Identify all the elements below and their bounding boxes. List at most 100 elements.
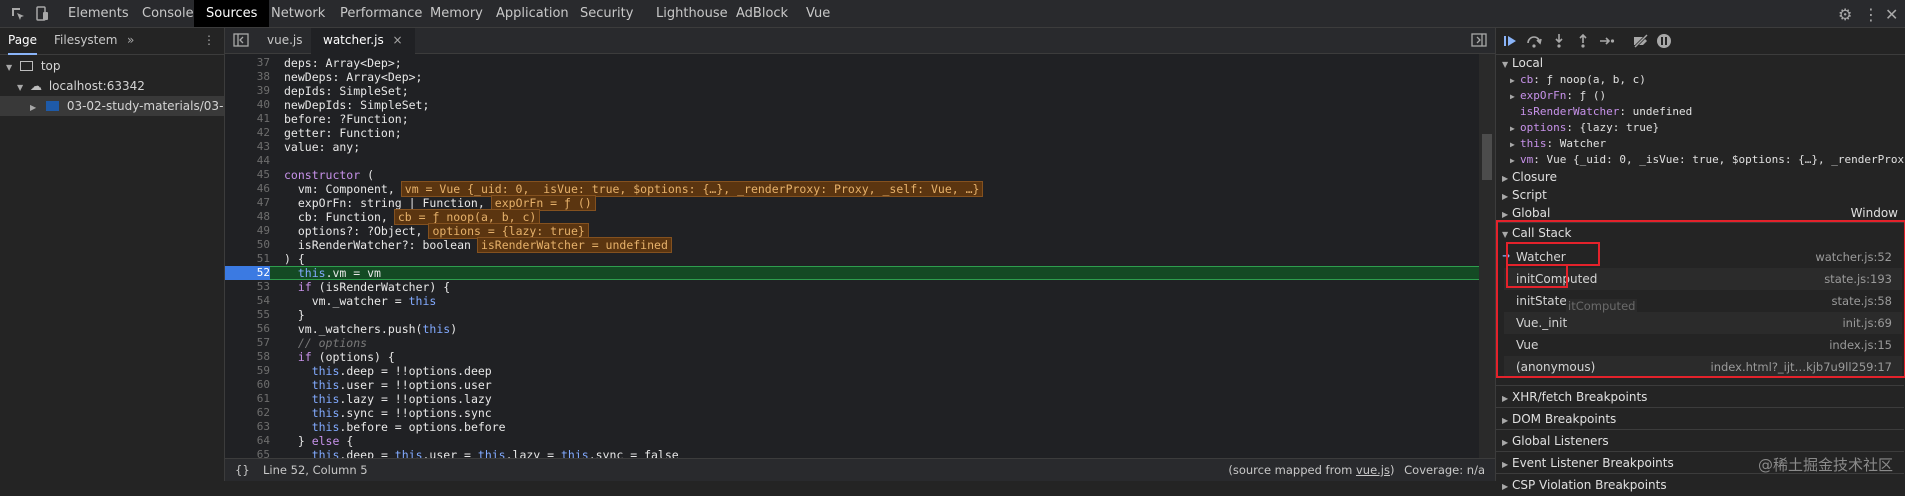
more-tabs-icon[interactable]: » (127, 28, 134, 53)
line-number[interactable]: 53 (225, 280, 270, 294)
editor-scrollbar[interactable] (1479, 54, 1495, 458)
step-icon[interactable] (1599, 33, 1615, 49)
code-area[interactable]: 37 deps: Array<Dep>; 38 newDeps: Array<Dep>… (225, 54, 1479, 458)
tab-vue[interactable]: Vue (794, 0, 842, 27)
line-number[interactable]: 49 (225, 224, 270, 238)
line-number[interactable]: 58 (225, 350, 270, 364)
toggle-navigator-icon[interactable] (233, 33, 249, 50)
line-number[interactable]: 40 (225, 98, 270, 112)
line-number[interactable]: 51 (225, 252, 270, 266)
collapse-arrow-icon: ▶ (1510, 92, 1515, 101)
line-number[interactable]: 62 (225, 406, 270, 420)
breakpoint-section[interactable]: ▶ DOM Breakpoints (1496, 410, 1904, 428)
tree-item-folder[interactable]: ▶ 03-02-study-materials/03-02-c (0, 96, 224, 116)
code-line: newDeps: Array<Dep>; (284, 70, 422, 84)
line-number[interactable]: 63 (225, 420, 270, 434)
close-tab-icon[interactable]: × (393, 33, 403, 47)
cursor-position: Line 52, Column 5 (263, 463, 368, 477)
line-number[interactable]: 65 (225, 448, 270, 458)
line-number[interactable]: 45 (225, 168, 270, 182)
line-number[interactable]: 56 (225, 322, 270, 336)
pause-on-exceptions-icon[interactable] (1656, 33, 1672, 49)
navigator-menu-icon[interactable]: ⋮ (203, 28, 215, 53)
line-number[interactable]: 39 (225, 84, 270, 98)
code-line: ) { (284, 252, 305, 266)
line-number[interactable]: 43 (225, 140, 270, 154)
tab-adblock[interactable]: AdBlock (724, 0, 800, 27)
scope-variable[interactable]: ▶ options: {lazy: true} (1496, 120, 1904, 136)
scope-variable[interactable]: ▶ this: Watcher (1496, 136, 1904, 152)
scope-variable[interactable]: isRenderWatcher: undefined (1496, 104, 1904, 120)
tree-item-localhost[interactable]: ▼ ☁ localhost:63342 (0, 76, 224, 96)
code-line: this.vm = vm (284, 266, 381, 280)
device-toolbar-icon[interactable] (34, 6, 50, 22)
tree-item-top[interactable]: ▼ top (0, 56, 224, 76)
close-devtools-icon[interactable]: ✕ (1885, 5, 1898, 24)
line-number[interactable]: 38 (225, 70, 270, 84)
breakpoint-section[interactable]: ▶ XHR/fetch Breakpoints (1496, 388, 1904, 406)
line-number[interactable]: 54 (225, 294, 270, 308)
code-line: vm: Component, vm = Vue {_uid: 0, _isVue:… (284, 181, 984, 197)
breakpoint-line-number[interactable]: 52 (225, 266, 270, 280)
separator: : (1546, 137, 1560, 150)
line-number[interactable]: 57 (225, 336, 270, 350)
step-over-icon[interactable] (1526, 33, 1542, 49)
line-number[interactable]: 46 (225, 182, 270, 196)
tab-security[interactable]: Security (568, 0, 645, 27)
line-number[interactable]: 37 (225, 56, 270, 70)
collapse-arrow-icon: ▶ (30, 103, 37, 112)
line-number[interactable]: 44 (225, 154, 270, 168)
variable-value: ƒ () (1579, 89, 1607, 102)
line-number[interactable]: 42 (225, 126, 270, 140)
scope-variable[interactable]: ▶ expOrFn: ƒ () (1496, 88, 1904, 104)
tab-filesystem[interactable]: Filesystem (54, 28, 117, 53)
separator: : (1566, 121, 1580, 134)
scope-script[interactable]: ▶ Script (1496, 186, 1904, 204)
line-number[interactable]: 50 (225, 238, 270, 252)
scope-variable[interactable]: ▶ vm: Vue {_uid: 0, _isVue: true, $option… (1496, 152, 1904, 168)
deactivate-breakpoints-icon[interactable] (1632, 33, 1649, 49)
scrollbar-thumb[interactable] (1482, 134, 1492, 180)
editor-tab-watcher-js[interactable]: watcher.js × (311, 28, 415, 54)
line-number[interactable]: 55 (225, 308, 270, 322)
code-text: this.before = options.before (311, 420, 506, 434)
line-number[interactable]: 47 (225, 196, 270, 210)
tab-page[interactable]: Page (8, 28, 38, 55)
divider (1496, 451, 1904, 452)
scope-local[interactable]: ▼ Local (1496, 54, 1904, 72)
tab-elements[interactable]: Elements (56, 0, 141, 27)
line-number[interactable]: 59 (225, 364, 270, 378)
editor-status-bar: {} Line 52, Column 5 (source mapped from… (225, 458, 1495, 481)
step-into-icon[interactable] (1551, 33, 1567, 49)
resume-icon[interactable] (1502, 33, 1518, 49)
toggle-debugger-icon[interactable] (1471, 33, 1487, 50)
source-map-link[interactable]: vue.js (1356, 463, 1390, 477)
line-number[interactable]: 61 (225, 392, 270, 406)
separator: : (1533, 73, 1547, 86)
collapse-arrow-icon: ▶ (1510, 140, 1515, 149)
line-number[interactable]: 48 (225, 210, 270, 224)
breakpoint-section[interactable]: ▶ Global Listeners (1496, 432, 1904, 450)
pretty-print-button[interactable]: {} (235, 459, 250, 481)
tab-network[interactable]: Network (259, 0, 337, 27)
step-out-icon[interactable] (1575, 33, 1591, 49)
variable-value: {lazy: true} (1579, 121, 1660, 134)
settings-gear-icon[interactable]: ⚙ (1838, 5, 1852, 24)
scope-variable[interactable]: ▶ cb: ƒ noop(a, b, c) (1496, 72, 1904, 88)
line-number[interactable]: 60 (225, 378, 270, 392)
inline-value-annotation: vm = Vue {_uid: 0, _isVue: true, $option… (400, 181, 984, 197)
more-options-icon[interactable]: ⋮ (1863, 5, 1879, 24)
code-text: isRenderWatcher?: boolean (284, 238, 471, 252)
breakpoint-section[interactable]: ▶ CSP Violation Breakpoints (1496, 476, 1904, 494)
line-number[interactable]: 64 (225, 434, 270, 448)
navigator-tabs: Page Filesystem » ⋮ (0, 28, 224, 55)
scope-closure[interactable]: ▶ Closure (1496, 168, 1904, 186)
inspect-element-icon[interactable] (10, 6, 26, 22)
code-text: this.deep = this.user = this.lazy = this… (311, 448, 679, 458)
code-text: // options (284, 336, 368, 350)
tab-application[interactable]: Application (484, 0, 581, 27)
line-number[interactable]: 41 (225, 112, 270, 126)
variable-value: undefined (1632, 105, 1693, 118)
editor-tab-vue-js[interactable]: vue.js (255, 28, 315, 53)
code-text: this.lazy = !!options.lazy (311, 392, 492, 406)
